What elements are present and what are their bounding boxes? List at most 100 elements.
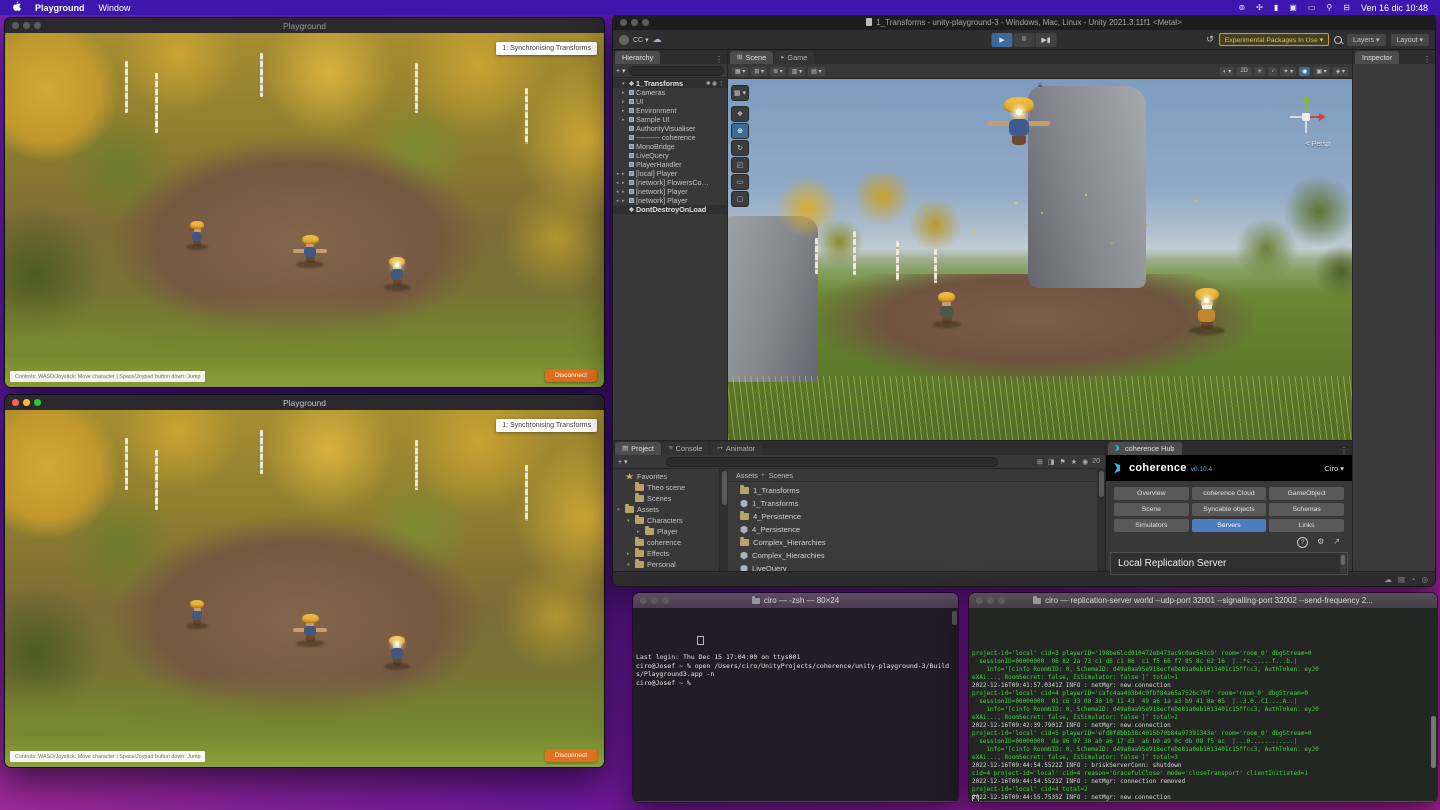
label-tag-icon[interactable]: ⚑ [1060, 458, 1066, 466]
project-tree-row[interactable]: ▾ Personal [613, 559, 719, 570]
effects-toggle-icon[interactable]: ✦ ▾ [1280, 67, 1296, 76]
project-tree-row[interactable]: ▸ Effects [613, 548, 719, 559]
expand-arrow-icon[interactable]: ▸ [622, 108, 627, 114]
close-button[interactable] [12, 399, 19, 406]
expand-arrow-icon[interactable]: ▾ [622, 81, 627, 87]
disconnect-button[interactable]: Disconnect [545, 749, 597, 762]
file-row[interactable]: Complex_Hierarchies [740, 549, 1097, 562]
close-button[interactable] [640, 597, 647, 604]
project-tree-row[interactable]: Favorites [613, 471, 719, 482]
minimize-button[interactable] [651, 597, 658, 604]
hidden-count-eye-icon[interactable]: ◉ [1082, 458, 1088, 466]
hierarchy-search-input[interactable] [629, 66, 724, 76]
experimental-packages-warning[interactable]: Experimental Packages In Use ▾ [1219, 33, 1329, 46]
view-hand-tool[interactable]: ❖ [731, 106, 749, 122]
favorites-star-icon[interactable]: ★ [1071, 458, 1077, 466]
file-row[interactable]: Complex_Hierarchies [740, 536, 1097, 549]
hub-nav-button[interactable]: Schemas [1269, 503, 1344, 516]
rotate-tool[interactable]: ↻ [731, 140, 749, 156]
expand-arrow-icon[interactable]: ▸ [627, 551, 632, 557]
hierarchy-row[interactable]: LiveQuery [613, 151, 727, 160]
hub-nav-button[interactable]: coherence Cloud [1192, 487, 1267, 500]
snap-grid-icon[interactable]: ▥ ▾ [789, 67, 805, 76]
expand-arrow-icon[interactable]: ▸ [622, 99, 627, 105]
shading-mode-icon[interactable]: ◐ ▾ [1220, 67, 1234, 76]
menubar-menu-window[interactable]: Window [99, 3, 131, 13]
overlay-handle-icon[interactable]: ≡ [1038, 81, 1043, 90]
progress-spinner-icon[interactable]: ◎ [1421, 575, 1428, 584]
hub-nav-button[interactable]: Links [1269, 519, 1344, 532]
step-button[interactable]: ▶▮ [1036, 33, 1057, 47]
terminal-output[interactable]: project-id='local' cid=3 playerID='198be… [969, 608, 1437, 801]
file-row[interactable]: 1_Transforms [740, 484, 1097, 497]
playground-bottom-titlebar[interactable]: Playground [5, 395, 604, 410]
minimize-button[interactable] [23, 399, 30, 406]
help-icon[interactable]: ? [1297, 537, 1308, 548]
search-icon[interactable] [1334, 36, 1342, 44]
panel-menu-icon[interactable]: ⋮ [1419, 55, 1435, 64]
gizmos-menu-icon[interactable]: ◈ ▾ [1333, 67, 1348, 76]
camera-settings-icon[interactable]: ▣ ▾ [1313, 67, 1329, 76]
scale-tool[interactable]: ◰ [731, 157, 749, 173]
expand-arrow-icon[interactable]: ▾ [627, 562, 632, 568]
expand-arrow-icon[interactable]: ▸ [622, 189, 627, 195]
close-button[interactable] [12, 22, 19, 29]
expand-arrow-icon[interactable]: ▸ [637, 529, 642, 535]
sprite-pack-icon[interactable]: ◨ [1048, 458, 1055, 466]
project-tree-row[interactable]: ▸ Player [613, 526, 719, 537]
project-tree-row[interactable]: Scenes [613, 493, 719, 504]
hierarchy-row[interactable]: DontDestroyOnLoad [613, 205, 727, 214]
tab-console[interactable]: ≡Console [662, 442, 710, 456]
unity-titlebar[interactable]: 1_Transforms - unity-playground-3 - Wind… [613, 15, 1435, 30]
open-external-icon[interactable]: ↗ [1333, 537, 1340, 548]
control-center-icon[interactable]: ⊟ [1343, 3, 1350, 12]
zoom-button[interactable] [662, 597, 669, 604]
battery-icon[interactable]: ▭ [1308, 3, 1316, 12]
minimize-button[interactable] [23, 22, 30, 29]
hub-nav-button[interactable]: Simulators [1114, 519, 1189, 532]
expand-arrow-icon[interactable]: ▸ [622, 171, 627, 177]
hierarchy-row[interactable]: PlayerHandler [613, 160, 727, 169]
hub-nav-button[interactable]: Overview [1114, 487, 1189, 500]
terminal-titlebar[interactable]: ciro — replication-server world --udp-po… [969, 593, 1437, 608]
section-scrollbar[interactable] [1340, 554, 1346, 573]
grid-visibility-icon[interactable]: ⊞ ▾ [751, 67, 767, 76]
hierarchy-row[interactable]: ◂ ▸ [local] Player [613, 169, 727, 178]
move-tool[interactable]: ⊕ [731, 123, 749, 139]
collab-status-icon[interactable]: ☁ [1384, 575, 1392, 584]
file-row[interactable]: 1_Transforms [740, 497, 1097, 510]
hierarchy-row[interactable]: MonoBridge [613, 142, 727, 151]
hierarchy-row[interactable]: ▸ UI [613, 97, 727, 106]
zoom-button[interactable] [998, 597, 1005, 604]
hierarchy-row[interactable]: ---------- coherence [613, 133, 727, 142]
measure-icon[interactable]: ▤ ▾ [808, 67, 824, 76]
snap-increment-icon[interactable]: ≣ ▾ [770, 67, 786, 76]
account-dropdown[interactable]: CC ▾ [633, 36, 649, 44]
menubar-app-name[interactable]: Playground [35, 3, 85, 13]
display-status-icon[interactable]: ⊚ [1238, 3, 1245, 12]
breadcrumb-leaf[interactable]: Scenes [769, 471, 793, 480]
expand-arrow-icon[interactable]: ▸ [622, 117, 627, 123]
expand-arrow-icon[interactable]: ▸ [622, 90, 627, 96]
breadcrumb-root[interactable]: Assets [736, 471, 758, 480]
hierarchy-row[interactable]: ▸ Sample UI [613, 115, 727, 124]
grid-view-icon[interactable]: ⊞ [1037, 458, 1043, 466]
zoom-button[interactable] [34, 22, 41, 29]
close-button[interactable] [976, 597, 983, 604]
menubar-clock[interactable]: Ven 16 dic 10:48 [1361, 3, 1428, 13]
file-row[interactable]: 4_Persistence [740, 523, 1097, 536]
zoom-button[interactable] [642, 19, 649, 26]
console-warning-icon[interactable]: ◔ [1411, 575, 1416, 584]
transform-tool[interactable]: ▢ [731, 191, 749, 207]
hub-nav-button[interactable]: Syncable objects [1192, 503, 1267, 516]
expand-arrow-icon[interactable]: ▸ [622, 180, 627, 186]
tool-settings-icon[interactable]: ▦ ▾ [732, 67, 748, 76]
expand-arrow-icon[interactable]: ▾ [617, 507, 622, 513]
hierarchy-row[interactable]: ▸ Cameras [613, 88, 727, 97]
panel-menu-icon[interactable]: ⋮ [711, 55, 727, 64]
layout-dropdown[interactable]: Layout ▾ [1391, 34, 1429, 46]
terminal-titlebar[interactable]: ciro — -zsh — 80×24 [633, 593, 958, 608]
time-machine-icon[interactable]: ✣ [1256, 3, 1263, 12]
account-dropdown[interactable]: Ciro ▾ [1324, 464, 1344, 473]
cloud-icon[interactable]: ☁ [653, 34, 662, 45]
